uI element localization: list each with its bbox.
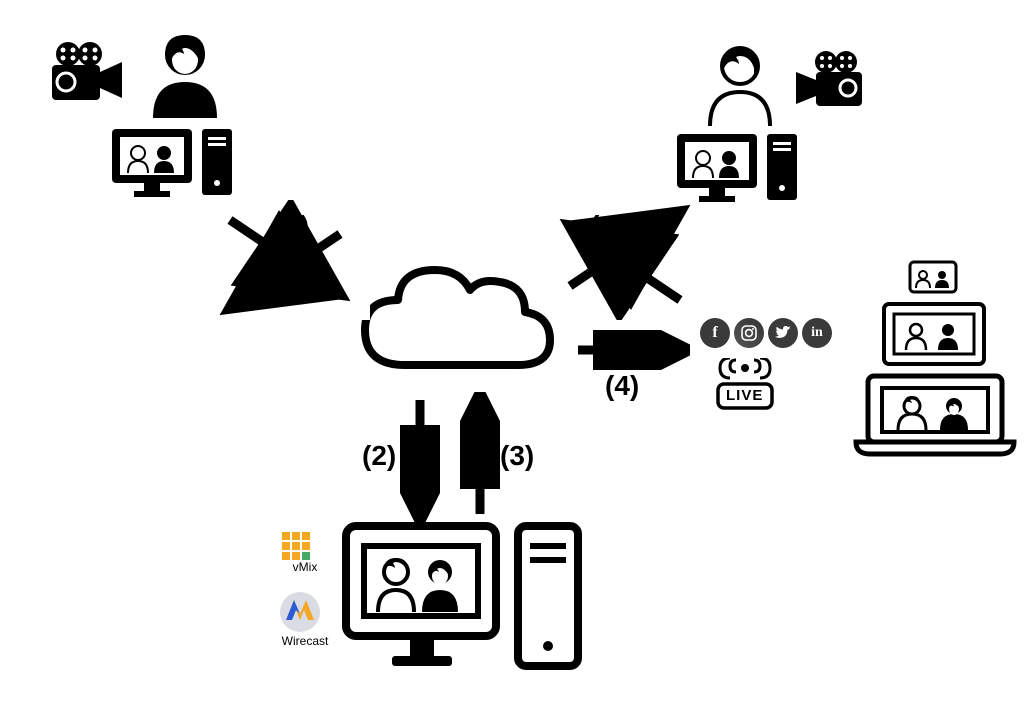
linkedin-icon: in (802, 318, 832, 348)
arrow-label-4: (4) (605, 370, 639, 402)
arrow-right-icon (570, 330, 690, 370)
twitter-icon (768, 318, 798, 348)
social-icons-row: f in (700, 318, 832, 348)
live-text: LIVE (726, 387, 763, 404)
desktop-filled-icon (110, 125, 240, 205)
vmix-badge: vMix (280, 530, 330, 574)
arrow-label-3: (3) (500, 440, 534, 472)
participant-1 (50, 40, 130, 110)
arrow-label-1-left: (1) (275, 210, 309, 242)
person-filled-icon (145, 30, 225, 120)
arrow-label-1-right: (1) (590, 210, 624, 242)
desktop-outline-icon (340, 520, 590, 690)
arrow-down-icon (400, 392, 440, 522)
video-camera-icon (790, 50, 868, 115)
live-badge: LIVE (710, 358, 780, 412)
viewer-devices (850, 260, 1020, 460)
instagram-icon (734, 318, 764, 348)
arrow-up-icon (460, 392, 500, 522)
bidirectional-arrow-icon (540, 200, 710, 320)
desktop-filled-icon (675, 130, 805, 210)
arrow-label-2: (2) (362, 440, 396, 472)
person-outline-icon (700, 40, 780, 130)
wirecast-label: Wirecast (278, 634, 332, 648)
cloud-icon (350, 250, 560, 390)
vmix-label: vMix (280, 560, 330, 574)
diagram-canvas: { "labels": { "arrow1_left": "(1)", "arr… (0, 0, 1024, 714)
wirecast-badge: Wirecast (278, 590, 332, 648)
facebook-icon: f (700, 318, 730, 348)
video-camera-icon (50, 40, 130, 110)
